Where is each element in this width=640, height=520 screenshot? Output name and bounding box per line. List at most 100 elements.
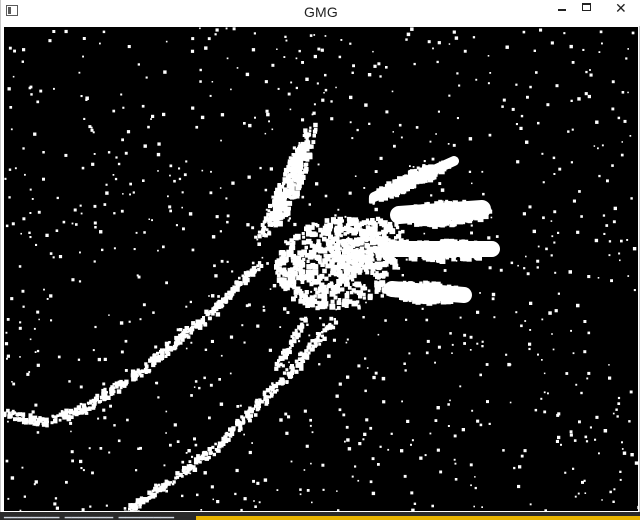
mask-pixel xyxy=(191,325,194,328)
noise-pixel xyxy=(436,294,439,297)
noise-pixel xyxy=(347,447,352,451)
noise-pixel xyxy=(447,425,450,427)
noise-pixel xyxy=(198,386,201,390)
noise-pixel xyxy=(191,455,194,458)
noise-pixel xyxy=(398,293,401,296)
mask-pixel xyxy=(301,156,306,161)
noise-pixel xyxy=(482,192,485,196)
noise-pixel xyxy=(463,216,465,218)
noise-pixel xyxy=(362,438,365,441)
image-display xyxy=(4,27,638,511)
noise-pixel xyxy=(201,169,204,172)
mask-pixel xyxy=(262,392,267,397)
noise-pixel xyxy=(555,84,559,88)
mask-pixel xyxy=(434,204,438,208)
mask-pixel xyxy=(323,253,328,258)
noise-pixel xyxy=(463,49,467,53)
noise-pixel xyxy=(298,340,301,343)
noise-pixel xyxy=(440,298,443,301)
noise-pixel xyxy=(435,133,437,135)
noise-pixel xyxy=(8,196,11,199)
mask-pixel xyxy=(299,366,304,371)
noise-pixel xyxy=(351,475,354,478)
noise-pixel xyxy=(304,132,307,134)
mask-pixel xyxy=(381,275,386,279)
noise-pixel xyxy=(627,48,629,50)
mask-pixel xyxy=(328,254,333,258)
mask-pixel xyxy=(288,189,294,195)
mask-pixel xyxy=(293,234,299,241)
noise-pixel xyxy=(90,128,94,132)
mask-pixel xyxy=(201,451,206,455)
noise-pixel xyxy=(239,404,242,407)
noise-pixel xyxy=(557,231,560,234)
noise-pixel xyxy=(298,159,301,161)
mask-pixel xyxy=(315,332,319,336)
noise-pixel xyxy=(285,431,289,435)
mask-pixel xyxy=(415,299,421,305)
noise-pixel xyxy=(584,92,588,96)
title-bar[interactable]: GMG ✕ xyxy=(1,0,640,26)
noise-pixel xyxy=(312,111,316,115)
noise-pixel xyxy=(29,212,32,214)
mask-pixel xyxy=(296,180,302,186)
noise-pixel xyxy=(456,72,459,75)
mask-pixel xyxy=(6,408,10,413)
mask-pixel xyxy=(317,293,323,299)
mask-pixel xyxy=(140,369,145,373)
mask-pixel xyxy=(156,351,160,355)
noise-pixel xyxy=(119,321,124,325)
noise-pixel xyxy=(6,357,8,360)
noise-pixel xyxy=(298,49,301,53)
close-button[interactable]: ✕ xyxy=(601,0,640,20)
noise-pixel xyxy=(492,246,496,250)
mask-pixel xyxy=(33,415,38,420)
mask-pixel xyxy=(207,316,212,321)
mask-pixel xyxy=(445,299,451,305)
mask-pixel xyxy=(369,194,374,199)
noise-pixel xyxy=(483,248,487,252)
noise-pixel xyxy=(427,293,430,297)
mask-pixel xyxy=(282,371,287,375)
noise-pixel xyxy=(126,130,131,134)
maximize-button[interactable] xyxy=(573,0,601,20)
mask-pixel xyxy=(343,232,347,236)
noise-pixel xyxy=(603,429,608,433)
noise-pixel xyxy=(331,282,334,286)
noise-pixel xyxy=(19,417,23,421)
mask-pixel xyxy=(289,166,294,171)
mask-pixel xyxy=(106,395,111,401)
noise-pixel xyxy=(346,338,349,341)
mask-pixel xyxy=(336,300,342,305)
mask-pixel xyxy=(336,306,341,310)
noise-pixel xyxy=(357,306,361,310)
noise-pixel xyxy=(165,281,168,285)
noise-pixel xyxy=(541,152,544,155)
mask-pixel xyxy=(256,264,260,268)
noise-pixel xyxy=(601,499,603,501)
noise-pixel xyxy=(382,400,386,404)
mask-pixel xyxy=(427,211,432,216)
mask-pixel xyxy=(338,220,343,226)
mask-pixel xyxy=(477,216,482,221)
mask-pixel xyxy=(308,249,313,254)
noise-pixel xyxy=(427,40,431,44)
noise-pixel xyxy=(301,61,304,64)
noise-pixel xyxy=(589,426,592,429)
noise-pixel xyxy=(263,478,268,482)
noise-pixel xyxy=(463,333,467,337)
noise-pixel xyxy=(585,440,589,443)
mask-pixel xyxy=(243,280,248,285)
noise-pixel xyxy=(572,199,576,203)
noise-pixel xyxy=(358,283,362,287)
noise-pixel xyxy=(569,430,573,434)
noise-pixel xyxy=(42,151,45,154)
noise-pixel xyxy=(181,460,185,464)
noise-pixel xyxy=(529,329,532,331)
noise-pixel xyxy=(208,416,211,420)
mask-pixel xyxy=(358,249,362,253)
noise-pixel xyxy=(264,80,268,84)
noise-pixel xyxy=(616,415,619,418)
mask-pixel xyxy=(79,402,83,406)
noise-pixel xyxy=(97,417,100,420)
